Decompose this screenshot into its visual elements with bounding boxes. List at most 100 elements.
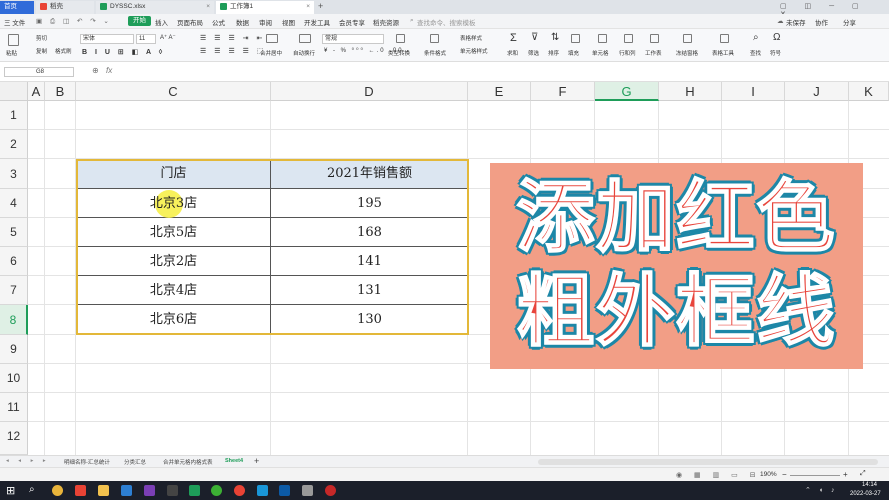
zoom-in-icon[interactable]: + (843, 470, 848, 479)
row-header-7[interactable]: 7 (0, 276, 28, 305)
app-icon[interactable] (279, 485, 290, 496)
cell-icon[interactable] (598, 34, 607, 43)
fx-icon[interactable]: fx (106, 66, 112, 75)
wechat-icon[interactable] (211, 485, 222, 496)
type-convert-button[interactable]: 类型转换 (388, 49, 410, 57)
window-tab-dyssc[interactable]: DYSSC.xlsx × (96, 1, 214, 14)
row-header-1[interactable]: 1 (0, 101, 28, 130)
menu-page-layout[interactable]: 页面布局 (177, 17, 203, 27)
table-cell-store[interactable]: 北京3店 (76, 189, 271, 218)
align-icons-2[interactable]: ☰ ☰ ☰ ☰ ⬚ (200, 47, 267, 55)
table-cell-sales[interactable]: 195 (271, 189, 468, 218)
horizontal-scrollbar[interactable] (538, 459, 878, 465)
name-box[interactable]: G8 (4, 67, 74, 77)
app-icon[interactable] (121, 485, 132, 496)
zoom-out-icon[interactable]: − (782, 470, 787, 479)
table-cell-store[interactable]: 北京4店 (76, 276, 271, 305)
row-header-12[interactable]: 12 (0, 422, 28, 455)
menu-docer-resources[interactable]: 稻壳资源 (373, 17, 399, 27)
column-header-g[interactable]: G (595, 82, 659, 101)
zoom-slider[interactable] (790, 475, 840, 476)
menu-developer[interactable]: 开发工具 (304, 17, 330, 27)
table-tools-button[interactable]: 表格工具 (712, 49, 734, 57)
close-icon[interactable]: × (206, 1, 210, 13)
app-icon[interactable] (234, 485, 245, 496)
table-header-store[interactable]: 门店 (76, 159, 271, 189)
filter-icon[interactable]: ⊽ (531, 32, 538, 43)
new-tab-icon[interactable]: + (318, 1, 323, 11)
share-button[interactable]: 分享 (843, 17, 856, 27)
app-icon[interactable] (302, 485, 313, 496)
row-header-6[interactable]: 6 (0, 247, 28, 276)
sum-button[interactable]: 求和 (507, 49, 518, 57)
menu-start[interactable]: 开始 (128, 16, 151, 26)
menu-view[interactable]: 视图 (282, 17, 295, 27)
find-button[interactable]: 查找 (750, 49, 761, 57)
app-icon[interactable] (167, 485, 178, 496)
table-cell-sales[interactable]: 130 (271, 305, 468, 335)
cell-button[interactable]: 单元格 (592, 49, 609, 57)
window-tab-workbook1[interactable]: 工作簿1 × (216, 1, 314, 14)
folder-icon[interactable] (98, 485, 109, 496)
conditional-format-button[interactable]: 条件格式 (424, 49, 446, 57)
sort-button[interactable]: 排序 (548, 49, 559, 57)
add-sheet-icon[interactable]: + (254, 456, 259, 466)
sheet-nav-icons[interactable]: ◂ ◂ ▸ ▸ (6, 458, 50, 464)
table-cell-sales[interactable]: 168 (271, 218, 468, 247)
find-icon[interactable]: ⌕ (753, 32, 759, 43)
zoom-fit-icon[interactable]: ⊕ (92, 66, 99, 75)
conditional-format-icon[interactable] (430, 34, 439, 43)
menu-data[interactable]: 数据 (236, 17, 249, 27)
table-cell-store[interactable]: 北京6店 (76, 305, 271, 335)
table-tools-icon[interactable] (720, 34, 729, 43)
row-header-10[interactable]: 10 (0, 364, 28, 393)
worksheet-icon[interactable] (650, 34, 659, 43)
column-header-i[interactable]: I (722, 82, 785, 101)
column-header-b[interactable]: B (45, 82, 76, 101)
row-header-5[interactable]: 5 (0, 218, 28, 247)
sheet-tab-active[interactable]: Sheet4 (225, 458, 243, 464)
column-header-a[interactable]: A (28, 82, 45, 101)
merge-center-button[interactable]: 合并居中 (260, 49, 282, 57)
table-cell-store[interactable]: 北京5店 (76, 218, 271, 247)
symbol-button[interactable]: 符号 (770, 49, 781, 57)
row-col-icon[interactable] (624, 34, 633, 43)
search-icon[interactable]: ⌕ (29, 484, 35, 495)
menu-insert[interactable]: 插入 (155, 17, 168, 27)
column-header-c[interactable]: C (76, 82, 271, 101)
windows-start-icon[interactable]: ⊞ (6, 484, 15, 497)
column-header-d[interactable]: D (271, 82, 468, 101)
row-header-3[interactable]: 3 (0, 159, 28, 189)
wps-icon[interactable] (75, 485, 86, 496)
table-cell-store[interactable]: 北京2店 (76, 247, 271, 276)
spreadsheet-grid[interactable]: A B C D E F G H I J K 1 2 3 4 5 6 7 8 9 … (0, 82, 889, 455)
unsaved-status[interactable]: 未保存 (786, 17, 806, 27)
font-grow-shrink-icon[interactable]: A⁺ A⁻ (160, 34, 176, 41)
menu-review[interactable]: 审阅 (259, 17, 272, 27)
menu-formulas[interactable]: 公式 (212, 17, 225, 27)
table-header-sales[interactable]: 2021年销售额 (271, 159, 468, 189)
filter-button[interactable]: 筛选 (528, 49, 539, 57)
table-cell-sales[interactable]: 131 (271, 276, 468, 305)
paste-icon[interactable] (8, 34, 19, 46)
collaborate-button[interactable]: 协作 (815, 17, 828, 27)
column-header-f[interactable]: F (531, 82, 595, 101)
sheet-tab[interactable]: 分类汇总 (124, 458, 146, 466)
sheet-tab[interactable]: 合并单元格内格式表 (163, 458, 213, 466)
column-header-e[interactable]: E (468, 82, 531, 101)
paste-button[interactable]: 粘贴 (6, 49, 17, 57)
window-tab-docer[interactable]: 稻壳 (36, 1, 94, 14)
view-mode-icons[interactable]: ◉ ▦ ▥ ▭ ⊟ (676, 471, 761, 479)
type-convert-icon[interactable] (396, 34, 405, 43)
font-name-select[interactable]: 宋体 (80, 34, 134, 44)
excel-icon[interactable] (189, 485, 200, 496)
wrap-icon[interactable] (299, 34, 311, 43)
wrap-text-button[interactable]: 自动换行 (293, 49, 315, 57)
number-format-select[interactable]: 常规 (322, 34, 384, 44)
column-header-k[interactable]: K (849, 82, 889, 101)
menu-member[interactable]: 会员专享 (339, 17, 365, 27)
close-icon[interactable]: × (306, 1, 310, 13)
record-icon[interactable] (325, 485, 336, 496)
table-style-button[interactable]: 表格样式 (460, 34, 482, 42)
freeze-panes-button[interactable]: 冻结窗格 (676, 49, 698, 57)
